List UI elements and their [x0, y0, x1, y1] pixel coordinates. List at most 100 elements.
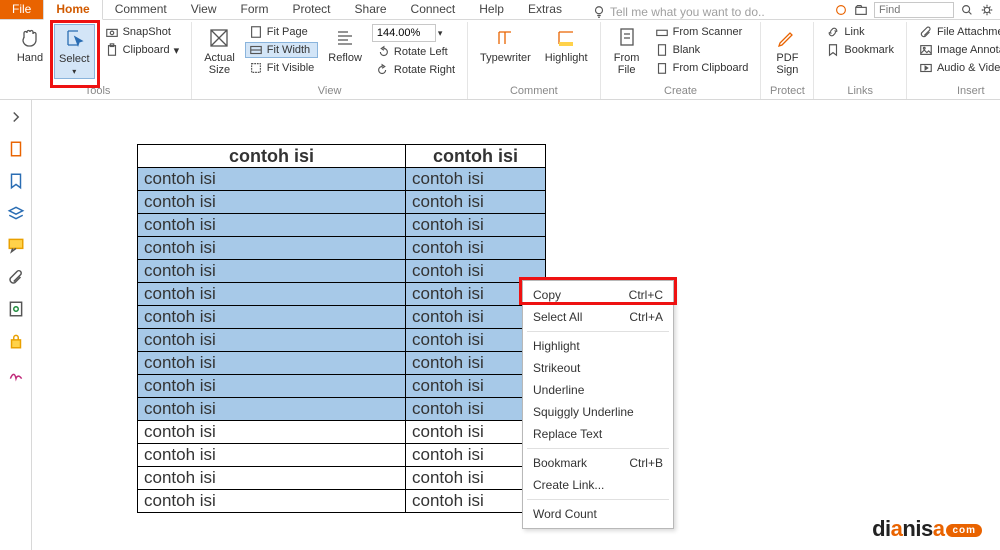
fit-visible-button[interactable]: Fit Visible: [245, 60, 318, 76]
table-row[interactable]: contoh isicontoh isi: [138, 260, 546, 283]
file-attachment-button[interactable]: File Attachment: [915, 24, 1000, 40]
blank-button[interactable]: Blank: [651, 42, 753, 58]
table-cell[interactable]: contoh isi: [406, 191, 546, 214]
tell-me-search[interactable]: Tell me what you want to do..: [592, 5, 765, 19]
menu-item-highlight[interactable]: Highlight: [523, 335, 673, 357]
tab-share[interactable]: Share: [343, 0, 399, 19]
image-annotation-button[interactable]: Image Annotation: [915, 42, 1000, 58]
table-row[interactable]: contoh isicontoh isi: [138, 214, 546, 237]
link-button[interactable]: Link: [822, 24, 898, 40]
bookmarks-panel-icon[interactable]: [7, 172, 25, 190]
highlight-button[interactable]: Highlight: [541, 24, 592, 66]
rotate-right-button[interactable]: Rotate Right: [372, 62, 459, 78]
select-tool[interactable]: Select ▾: [54, 24, 95, 79]
gear-icon[interactable]: [980, 3, 994, 17]
menu-item-underline[interactable]: Underline: [523, 379, 673, 401]
tab-protect[interactable]: Protect: [281, 0, 343, 19]
menu-item-copy[interactable]: CopyCtrl+C: [523, 284, 673, 306]
layers-panel-icon[interactable]: [7, 204, 25, 222]
table-cell[interactable]: contoh isi: [138, 444, 406, 467]
blank-label: Blank: [673, 44, 701, 56]
table-row[interactable]: contoh isicontoh isi: [138, 398, 546, 421]
folder-icon[interactable]: [854, 3, 868, 17]
menu-item-bookmark[interactable]: BookmarkCtrl+B: [523, 452, 673, 474]
signatures-panel-icon[interactable]: [7, 300, 25, 318]
tab-view[interactable]: View: [179, 0, 229, 19]
table-cell[interactable]: contoh isi: [138, 168, 406, 191]
table-row[interactable]: contoh isicontoh isi: [138, 237, 546, 260]
table-row[interactable]: contoh isicontoh isi: [138, 352, 546, 375]
table-row[interactable]: contoh isicontoh isi: [138, 283, 546, 306]
table-cell[interactable]: contoh isi: [138, 214, 406, 237]
fit-width-button[interactable]: Fit Width: [245, 42, 318, 58]
from-file-button[interactable]: From File: [609, 24, 645, 78]
actual-size-button[interactable]: Actual Size: [200, 24, 239, 78]
table-row[interactable]: contoh isicontoh isi: [138, 467, 546, 490]
pdf-sign-button[interactable]: PDF Sign: [769, 24, 805, 78]
menu-item-strikeout[interactable]: Strikeout: [523, 357, 673, 379]
menu-item-replace-text[interactable]: Replace Text: [523, 423, 673, 445]
document-table[interactable]: contoh isicontoh isicontoh isicontoh isi…: [137, 144, 546, 513]
table-cell[interactable]: contoh isi: [406, 168, 546, 191]
table-row[interactable]: contoh isicontoh isi: [138, 168, 546, 191]
menu-item-label: Create Link...: [533, 478, 604, 492]
attachments-panel-icon[interactable]: [7, 268, 25, 286]
clipboard-button[interactable]: Clipboard ▾: [101, 42, 184, 58]
fit-page-button[interactable]: Fit Page: [245, 24, 318, 40]
from-scanner-button[interactable]: From Scanner: [651, 24, 753, 40]
group-protect: PDF Sign Protect: [761, 22, 814, 99]
table-cell[interactable]: contoh isi: [138, 306, 406, 329]
tab-form[interactable]: Form: [229, 0, 281, 19]
search-icon[interactable]: [960, 3, 974, 17]
security-panel-icon[interactable]: [7, 332, 25, 350]
tab-comment[interactable]: Comment: [103, 0, 179, 19]
zoom-input[interactable]: [372, 24, 436, 42]
tab-file[interactable]: File: [0, 0, 43, 19]
chevron-down-icon[interactable]: ▾: [438, 28, 443, 39]
table-row[interactable]: contoh isicontoh isi: [138, 191, 546, 214]
table-cell[interactable]: contoh isi: [406, 214, 546, 237]
table-cell[interactable]: contoh isi: [138, 191, 406, 214]
table-cell[interactable]: contoh isi: [406, 237, 546, 260]
comments-panel-icon[interactable]: [7, 236, 25, 254]
pages-panel-icon[interactable]: [7, 140, 25, 158]
collapse-icon[interactable]: [7, 108, 25, 126]
group-comment-label: Comment: [476, 83, 592, 99]
menu-item-create-link-[interactable]: Create Link...: [523, 474, 673, 496]
table-row[interactable]: contoh isicontoh isi: [138, 444, 546, 467]
table-cell[interactable]: contoh isi: [138, 398, 406, 421]
bookmark-button[interactable]: Bookmark: [822, 42, 898, 58]
tab-home[interactable]: Home: [43, 0, 102, 20]
reflow-button[interactable]: Reflow: [324, 24, 366, 78]
table-cell[interactable]: contoh isi: [138, 421, 406, 444]
table-cell[interactable]: contoh isi: [138, 329, 406, 352]
table-cell[interactable]: contoh isi: [138, 260, 406, 283]
hand-tool[interactable]: Hand: [12, 24, 48, 79]
tab-connect[interactable]: Connect: [399, 0, 468, 19]
highlight-icon: [554, 26, 578, 50]
table-cell[interactable]: contoh isi: [138, 467, 406, 490]
table-row[interactable]: contoh isicontoh isi: [138, 306, 546, 329]
table-cell[interactable]: contoh isi: [138, 375, 406, 398]
menu-item-word-count[interactable]: Word Count: [523, 503, 673, 525]
table-row[interactable]: contoh isicontoh isi: [138, 329, 546, 352]
audio-video-button[interactable]: Audio & Video: [915, 60, 1000, 76]
notify-icon[interactable]: [834, 3, 848, 17]
tab-help[interactable]: Help: [467, 0, 516, 19]
table-row[interactable]: contoh isicontoh isi: [138, 421, 546, 444]
rotate-left-button[interactable]: Rotate Left: [372, 44, 459, 60]
snapshot-button[interactable]: SnapShot: [101, 24, 184, 40]
table-row[interactable]: contoh isicontoh isi: [138, 490, 546, 513]
from-clipboard-button[interactable]: From Clipboard: [651, 60, 753, 76]
table-cell[interactable]: contoh isi: [138, 237, 406, 260]
menu-item-select-all[interactable]: Select AllCtrl+A: [523, 306, 673, 328]
sign-panel-icon[interactable]: [7, 364, 25, 382]
typewriter-button[interactable]: Typewriter: [476, 24, 535, 66]
table-cell[interactable]: contoh isi: [138, 283, 406, 306]
table-cell[interactable]: contoh isi: [138, 352, 406, 375]
table-cell[interactable]: contoh isi: [138, 490, 406, 513]
table-row[interactable]: contoh isicontoh isi: [138, 375, 546, 398]
menu-item-squiggly-underline[interactable]: Squiggly Underline: [523, 401, 673, 423]
find-input[interactable]: [874, 2, 954, 18]
tab-extras[interactable]: Extras: [516, 0, 574, 19]
